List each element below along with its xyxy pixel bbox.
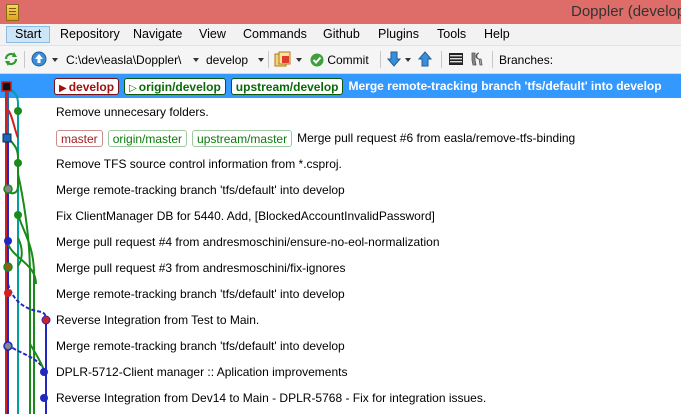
commit-message: DPLR-5712-Client manager :: Aplication i… [56, 365, 348, 379]
commit-message: Merge remote-tracking branch 'tfs/defaul… [56, 183, 345, 197]
menu-github[interactable]: Github [315, 26, 368, 43]
commit-row[interactable]: Fix ClientManager DB for 5440. Add, [Blo… [56, 204, 435, 228]
refresh-icon[interactable] [3, 51, 19, 67]
menu-view[interactable]: View [191, 26, 234, 43]
commit-label: Commit [327, 53, 369, 67]
commit-row[interactable]: Merge remote-tracking branch 'tfs/defaul… [56, 334, 345, 358]
commit-stage-icon[interactable] [274, 51, 292, 68]
menu-start[interactable]: Start [6, 26, 51, 43]
revision-graph[interactable] [0, 74, 56, 414]
commit-button[interactable]: Commit [310, 52, 369, 68]
commit-row[interactable]: Reverse Integration from Dev14 to Main -… [56, 386, 486, 410]
commit-message: Merge pull request #4 from andresmoschin… [56, 235, 440, 249]
commit-message: Remove unnecesary folders. [56, 105, 209, 119]
branch-tag-origin-develop[interactable]: ▷ origin/develop [124, 77, 226, 95]
window-title: Doppler (develop [571, 3, 681, 20]
commit-message: Reverse Integration from Test to Main. [56, 313, 260, 327]
commit-message: Merge remote-tracking branch 'tfs/defaul… [56, 287, 345, 301]
commit-message: Fix ClientManager DB for 5440. Add, [Blo… [56, 209, 435, 223]
push-icon[interactable] [418, 51, 432, 67]
navigate-up-icon[interactable] [31, 51, 47, 67]
menu-tools[interactable]: Tools [429, 26, 474, 43]
arrow-icon: ▶ [59, 82, 67, 94]
branch-select[interactable]: develop [206, 52, 248, 68]
commit-message: Merge pull request #3 from andresmoschin… [56, 261, 346, 275]
settings-icon[interactable] [469, 51, 485, 67]
branch-tag-master[interactable]: master [56, 129, 103, 147]
menu-bar: Start Repository Navigate View Commands … [0, 24, 681, 46]
menu-help[interactable]: Help [476, 26, 518, 43]
branch-tag-upstream-develop[interactable]: upstream/develop [230, 77, 344, 95]
commit-row[interactable]: master origin/master upstream/master Mer… [56, 126, 575, 150]
app-icon[interactable] [6, 4, 19, 21]
commit-row[interactable]: Remove unnecesary folders. [56, 100, 209, 124]
toolbar-separator [492, 51, 493, 68]
commit-row[interactable]: Remove TFS source control information fr… [56, 152, 342, 176]
console-icon[interactable] [448, 51, 464, 67]
menu-navigate[interactable]: Navigate [125, 26, 190, 43]
commit-row[interactable]: Merge pull request #3 from andresmoschin… [56, 256, 345, 280]
commit-row[interactable]: ▶ develop ▷ origin/develop upstream/develo… [52, 74, 681, 98]
commit-message: Reverse Integration from Dev14 to Main -… [56, 391, 487, 405]
toolbar-separator [380, 51, 381, 68]
menu-plugins[interactable]: Plugins [370, 26, 427, 43]
chevron-down-icon[interactable] [405, 58, 411, 62]
commit-row[interactable]: Reverse Integration from Test to Main. [56, 308, 259, 332]
branches-label: Branches: [499, 53, 554, 67]
toolbar: C:\dev\easla\Doppler\ develop Commit Bra… [0, 46, 681, 74]
chevron-down-icon[interactable] [258, 58, 264, 62]
arrow-icon: ▷ [129, 82, 137, 94]
commit-row[interactable]: DPLR-5712-Client manager :: Aplication i… [56, 360, 347, 384]
toolbar-separator [441, 51, 442, 68]
chevron-down-icon[interactable] [296, 58, 302, 62]
toolbar-separator [268, 51, 269, 68]
commit-message: Merge remote-tracking branch 'tfs/defaul… [348, 79, 662, 93]
commit-row[interactable]: Merge pull request #4 from andresmoschin… [56, 230, 440, 254]
branch-tag-origin-master[interactable]: origin/master [107, 129, 188, 147]
menu-commands[interactable]: Commands [235, 26, 315, 43]
commit-message: Merge pull request #6 from easla/remove-… [297, 131, 576, 145]
commit-row[interactable]: Merge remote-tracking branch 'tfs/defaul… [56, 282, 345, 306]
title-bar: Doppler (develop [0, 0, 681, 24]
commit-message: Remove TFS source control information fr… [56, 157, 342, 171]
commit-message: Merge remote-tracking branch 'tfs/defaul… [56, 339, 345, 353]
commit-row[interactable]: Merge remote-tracking branch 'tfs/defaul… [56, 178, 345, 202]
chevron-down-icon[interactable] [193, 58, 199, 62]
pull-icon[interactable] [387, 51, 401, 67]
menu-repository[interactable]: Repository [52, 26, 128, 43]
branch-tag-develop[interactable]: ▶ develop [54, 77, 120, 95]
commit-check-icon [310, 53, 324, 67]
toolbar-separator [24, 51, 25, 68]
repo-path-select[interactable]: C:\dev\easla\Doppler\ [66, 52, 181, 68]
chevron-down-icon[interactable] [52, 58, 58, 62]
branch-tag-upstream-master[interactable]: upstream/master [192, 129, 293, 147]
